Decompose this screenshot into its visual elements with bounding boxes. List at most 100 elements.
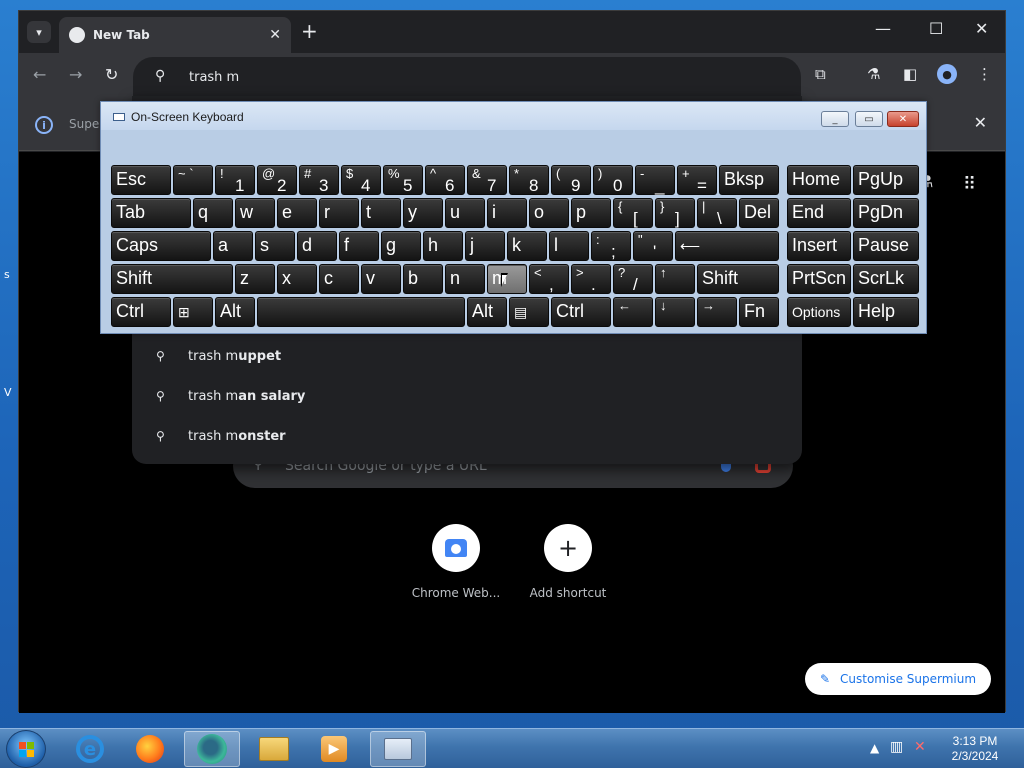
key-ctrl-right[interactable]: Ctrl — [551, 297, 611, 327]
key-y[interactable]: y — [403, 198, 443, 228]
key-alt-right[interactable]: Alt — [467, 297, 507, 327]
key-arrow-up[interactable]: ↑ — [655, 264, 695, 294]
key-z[interactable]: z — [235, 264, 275, 294]
key-0[interactable]: ) 0 — [593, 165, 633, 195]
key-t[interactable]: t — [361, 198, 401, 228]
taskbar-firefox[interactable] — [122, 731, 178, 767]
close-window-icon[interactable]: ✕ — [975, 19, 988, 38]
key-menu[interactable]: ▤ — [509, 297, 549, 327]
key-pgup[interactable]: PgUp — [853, 165, 919, 195]
osk-restore-icon[interactable]: ▭ — [855, 111, 883, 127]
shortcut-chrome-web-store[interactable]: Chrome Web... — [400, 524, 512, 600]
key-del[interactable]: Del — [739, 198, 779, 228]
key-comma[interactable]: <, — [529, 264, 569, 294]
key-w[interactable]: w — [235, 198, 275, 228]
key-o[interactable]: o — [529, 198, 569, 228]
tab-new-tab[interactable]: New Tab ✕ — [59, 17, 291, 53]
key-bracket-right[interactable]: }] — [655, 198, 695, 228]
key-i[interactable]: i — [487, 198, 527, 228]
key-d[interactable]: d — [297, 231, 337, 261]
tab-search-button[interactable]: ▾ — [27, 21, 51, 43]
key-f[interactable]: f — [339, 231, 379, 261]
key-tab[interactable]: Tab — [111, 198, 191, 228]
omnibox-input[interactable] — [189, 66, 749, 88]
key-1[interactable]: ! 1 — [215, 165, 255, 195]
key-enter[interactable]: ⟵ — [675, 231, 779, 261]
key-windows[interactable]: ⊞ — [173, 297, 213, 327]
labs-icon[interactable]: ⚗ — [867, 65, 880, 83]
suggestion-row[interactable]: ⚲ trash monster — [132, 416, 802, 456]
key-quote[interactable]: " ' — [633, 231, 673, 261]
key-pgdn[interactable]: PgDn — [853, 198, 919, 228]
key-5[interactable]: % 5 — [383, 165, 423, 195]
key-l[interactable]: l — [549, 231, 589, 261]
forward-icon[interactable]: → — [69, 65, 82, 84]
key-bracket-left[interactable]: {[ — [613, 198, 653, 228]
key-k[interactable]: k — [507, 231, 547, 261]
key-x[interactable]: x — [277, 264, 317, 294]
osk-minimize-icon[interactable]: _ — [821, 111, 849, 127]
key-tilde[interactable]: ~ ` — [173, 165, 213, 195]
reload-icon[interactable]: ↻ — [105, 65, 118, 84]
key-s[interactable]: s — [255, 231, 295, 261]
customise-button[interactable]: ✎ Customise Supermium — [805, 663, 991, 695]
key-shift-left[interactable]: Shift — [111, 264, 233, 294]
key-j[interactable]: j — [465, 231, 505, 261]
start-button[interactable] — [6, 730, 46, 768]
key-pause[interactable]: Pause — [853, 231, 919, 261]
key-end[interactable]: End — [787, 198, 851, 228]
key-r[interactable]: r — [319, 198, 359, 228]
key-7[interactable]: & 7 — [467, 165, 507, 195]
key-alt-left[interactable]: Alt — [215, 297, 255, 327]
key-equals[interactable]: + = — [677, 165, 717, 195]
taskbar-on-screen-keyboard[interactable] — [370, 731, 426, 767]
key-c[interactable]: c — [319, 264, 359, 294]
key-insert[interactable]: Insert — [787, 231, 851, 261]
key-b[interactable]: b — [403, 264, 443, 294]
menu-icon[interactable]: ⋮ — [977, 65, 992, 83]
key-semicolon[interactable]: :; — [591, 231, 631, 261]
taskbar-supermium[interactable] — [184, 731, 240, 767]
osk-title-bar[interactable]: On-Screen Keyboard _ ▭ ✕ — [101, 102, 926, 130]
key-shift-right[interactable]: Shift — [697, 264, 779, 294]
key-backspace[interactable]: Bksp — [719, 165, 779, 195]
key-fn[interactable]: Fn — [739, 297, 779, 327]
key-arrow-down[interactable]: ↓ — [655, 297, 695, 327]
back-icon[interactable]: ← — [33, 65, 46, 84]
taskbar-file-explorer[interactable] — [246, 731, 302, 767]
key-q[interactable]: q — [193, 198, 233, 228]
key-6[interactable]: ^ 6 — [425, 165, 465, 195]
key-p[interactable]: p — [571, 198, 611, 228]
omnibox[interactable]: ⚲ — [133, 57, 801, 97]
key-space[interactable] — [257, 297, 465, 327]
key-prtscn[interactable]: PrtScn — [787, 264, 851, 294]
infobar-close-icon[interactable]: ✕ — [974, 113, 987, 132]
key-home[interactable]: Home — [787, 165, 851, 195]
key-a[interactable]: a — [213, 231, 253, 261]
key-scrlk[interactable]: ScrLk — [853, 264, 919, 294]
key-9[interactable]: (9 — [551, 165, 591, 195]
key-minus[interactable]: - _ — [635, 165, 675, 195]
maximize-icon[interactable]: ☐ — [929, 19, 943, 38]
key-e[interactable]: e — [277, 198, 317, 228]
key-g[interactable]: g — [381, 231, 421, 261]
key-arrow-right[interactable]: → — [697, 297, 737, 327]
suggestion-row[interactable]: ⚲ trash man salary — [132, 376, 802, 416]
extensions-icon[interactable]: ⧉ — [815, 65, 826, 83]
tab-close-icon[interactable]: ✕ — [269, 27, 281, 43]
key-help[interactable]: Help — [853, 297, 919, 327]
minimize-icon[interactable]: — — [875, 19, 891, 38]
key-u[interactable]: u — [445, 198, 485, 228]
key-backslash[interactable]: | \ — [697, 198, 737, 228]
key-4[interactable]: $4 — [341, 165, 381, 195]
key-period[interactable]: >. — [571, 264, 611, 294]
key-esc[interactable]: Esc — [111, 165, 171, 195]
key-2[interactable]: @2 — [257, 165, 297, 195]
new-tab-button[interactable]: + — [301, 21, 318, 41]
tray-overflow-icon[interactable]: ▲ — [870, 741, 879, 755]
taskbar-internet-explorer[interactable]: e — [62, 731, 118, 767]
key-arrow-left[interactable]: ← — [613, 297, 653, 327]
key-options[interactable]: Options — [787, 297, 851, 327]
shortcut-add[interactable]: + Add shortcut — [512, 524, 624, 600]
volume-muted-icon[interactable]: ✕ — [914, 739, 926, 755]
